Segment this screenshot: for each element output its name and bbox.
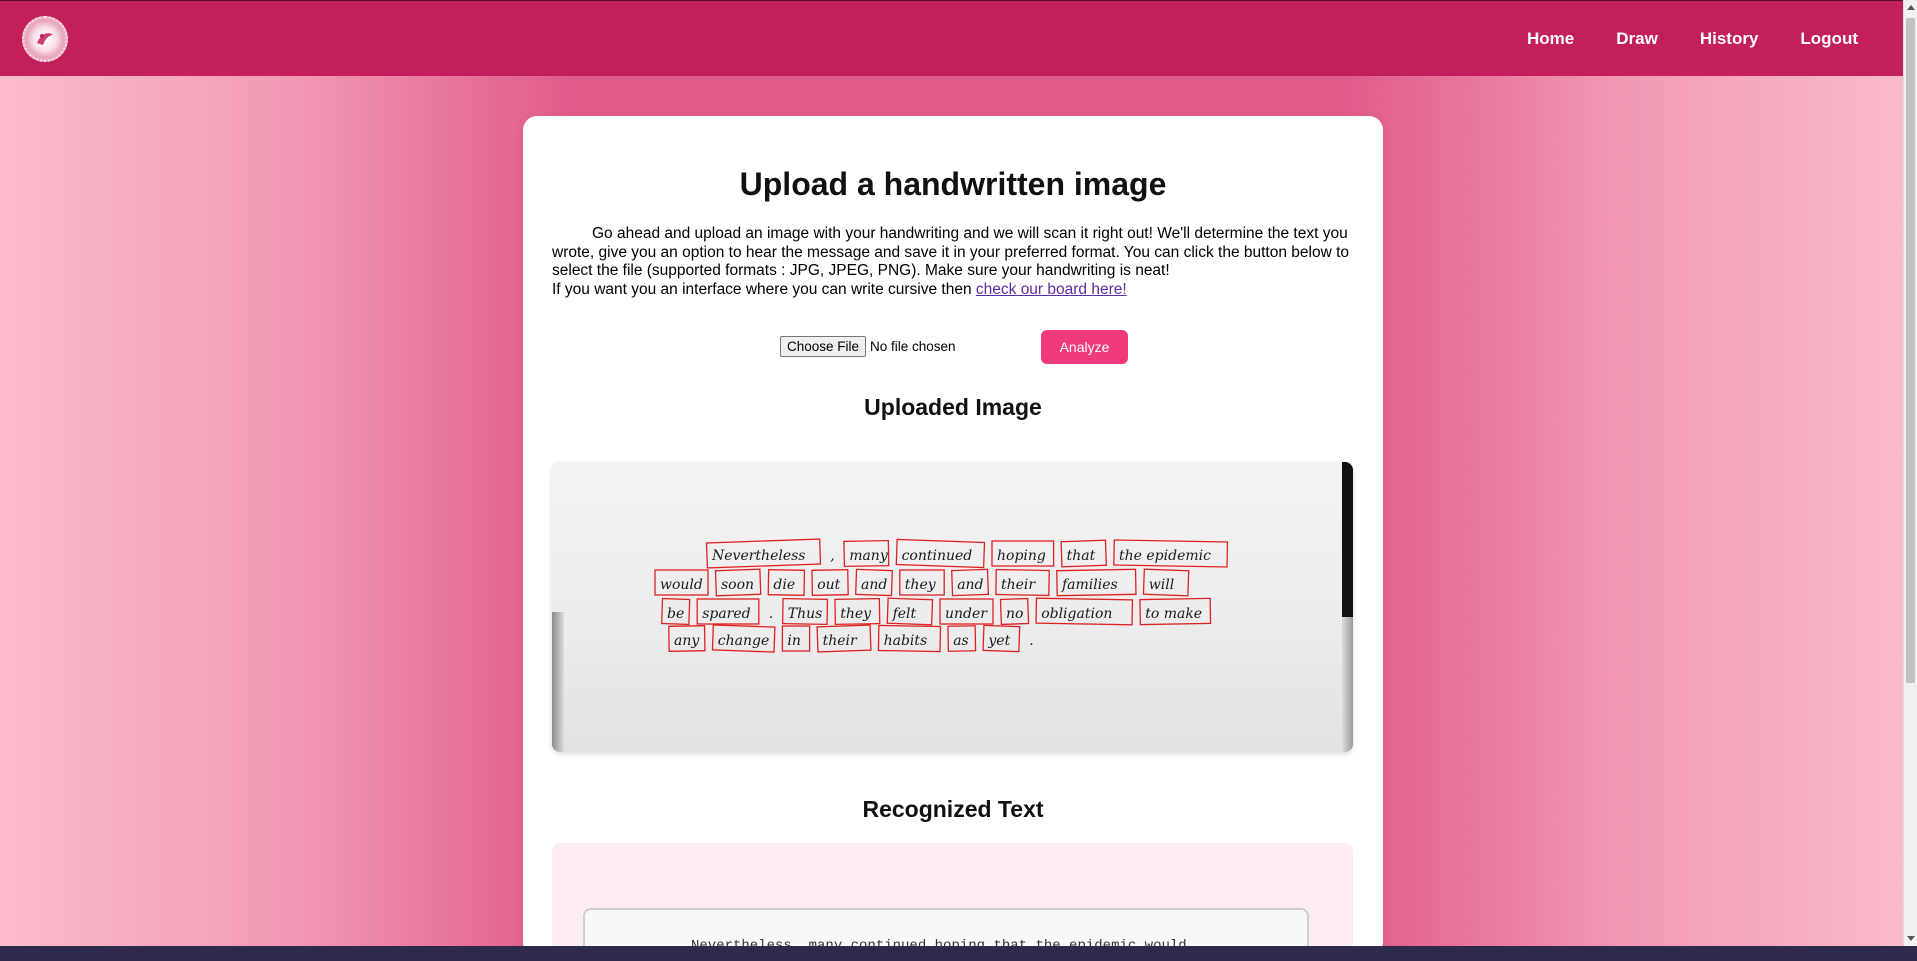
upload-row: Choose File No file chosen Analyze xyxy=(780,330,1180,364)
upload-card: Upload a handwritten image Go ahead and … xyxy=(523,116,1383,961)
handwritten-word: no xyxy=(1006,606,1023,622)
handwritten-word: , xyxy=(830,548,834,564)
board-prefix: If you want you an interface where you c… xyxy=(552,280,976,298)
recognized-text-title: Recognized Text xyxy=(862,796,1044,822)
file-status: No file chosen xyxy=(870,339,956,354)
scroll-up-arrow-icon[interactable] xyxy=(1907,5,1915,10)
recognized-text-panel: Nevertheless, many continued hoping that… xyxy=(552,843,1353,961)
uploaded-image: Nevertheless, many continued hoping that the … xyxy=(552,462,1353,752)
os-taskbar xyxy=(0,946,1917,961)
app-logo-icon[interactable] xyxy=(22,16,68,62)
handwritten-word: their xyxy=(1001,577,1036,593)
handwritten-word: and xyxy=(861,577,887,593)
uploaded-image-title: Uploaded Image xyxy=(864,394,1042,420)
handwritten-word: their xyxy=(823,633,858,649)
handwritten-word: soon xyxy=(721,577,754,593)
nav-logout-link[interactable]: Logout xyxy=(1800,29,1858,49)
handwritten-word: the epidemic xyxy=(1119,548,1211,564)
handwritten-word: as xyxy=(953,633,969,649)
handwritten-word: and xyxy=(957,577,983,593)
handwritten-word: families xyxy=(1061,577,1118,593)
scroll-down-arrow-icon[interactable] xyxy=(1907,936,1915,941)
handwritten-word: that xyxy=(1067,548,1096,564)
handwritten-word: would xyxy=(660,577,703,593)
handwritten-word: felt xyxy=(892,606,917,622)
handwritten-word: Thus xyxy=(788,606,823,622)
handwritten-word: in xyxy=(787,633,801,649)
handwritten-word: they xyxy=(905,577,937,593)
nav-home-link[interactable]: Home xyxy=(1527,29,1574,49)
page-scrollbar[interactable] xyxy=(1903,0,1917,946)
scroll-thumb[interactable] xyxy=(1906,18,1915,683)
handwritten-word: many xyxy=(849,548,889,564)
handwritten-word: out xyxy=(817,577,840,593)
handwritten-word: will xyxy=(1149,577,1174,593)
nav-draw-link[interactable]: Draw xyxy=(1616,29,1658,49)
handwritten-word: under xyxy=(945,606,988,622)
handwritten-word: . xyxy=(1029,633,1033,649)
handwriting-detections: Nevertheless, many continued hoping that the … xyxy=(654,538,1229,653)
nav-links: Home Draw History Logout xyxy=(1527,1,1858,77)
choose-file-button[interactable]: Choose File xyxy=(780,336,867,357)
handwritten-word: habits xyxy=(884,633,928,649)
handwritten-word: any xyxy=(674,633,700,649)
board-link[interactable]: check our board here! xyxy=(976,281,1127,298)
handwritten-word: Nevertheless xyxy=(711,548,805,564)
handwritten-word: die xyxy=(773,577,795,593)
handwritten-word: change xyxy=(718,633,769,649)
handwritten-word: . xyxy=(769,606,773,622)
intro-paragraph: Go ahead and upload an image with your h… xyxy=(552,225,1350,279)
handwritten-word: obligation xyxy=(1041,606,1112,622)
handwritten-word: yet xyxy=(987,633,1010,649)
handwritten-word: to make xyxy=(1145,606,1202,622)
handwritten-word: spared xyxy=(702,606,750,622)
nav-history-link[interactable]: History xyxy=(1700,29,1759,49)
handwritten-word: continued xyxy=(902,548,973,564)
analyze-button[interactable]: Analyze xyxy=(1041,330,1128,364)
board-line: If you want you an interface where you c… xyxy=(552,281,1352,300)
page-title: Upload a handwritten image xyxy=(739,166,1167,202)
handwritten-word: be xyxy=(667,606,684,622)
intro-text: Go ahead and upload an image with your h… xyxy=(552,225,1352,299)
handwritten-word: they xyxy=(840,606,872,622)
handwritten-word: hoping xyxy=(997,548,1046,564)
top-navbar: Home Draw History Logout xyxy=(0,0,1903,76)
